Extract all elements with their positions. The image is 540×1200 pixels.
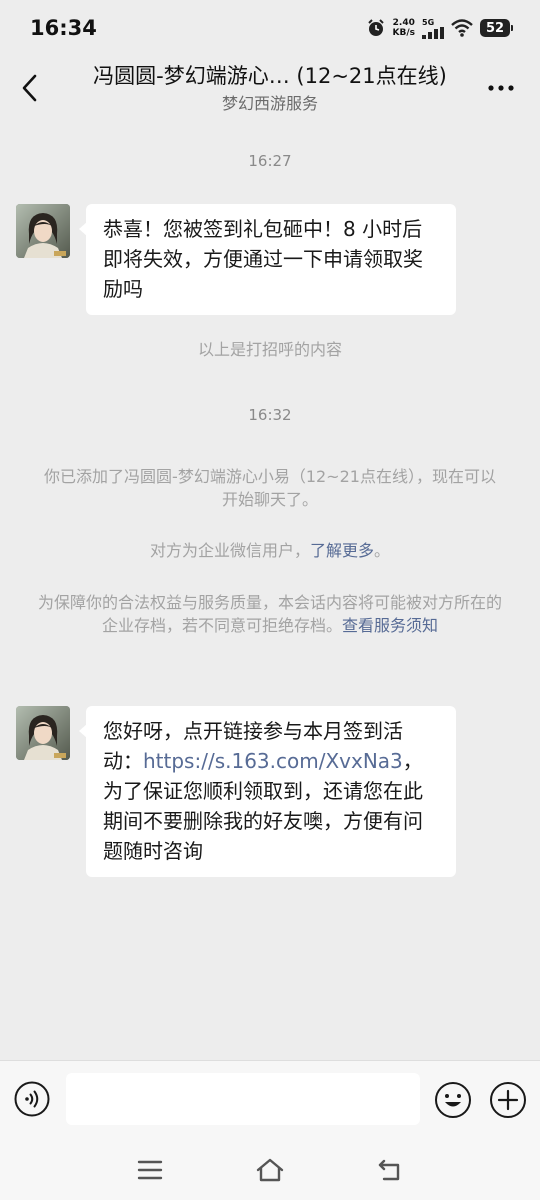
battery-indicator: 52 <box>480 19 513 37</box>
network-type: 5G <box>422 17 435 27</box>
enterprise-note: 对方为企业微信用户，了解更多。 <box>40 539 500 562</box>
service-notice-link[interactable]: 查看服务须知 <box>342 616 438 635</box>
timestamp: 16:27 <box>248 152 292 170</box>
more-button[interactable] <box>484 74 518 102</box>
avatar-image <box>16 706 70 760</box>
status-bar: 16:34 2.40 KB/s 5G 52 <box>0 0 540 56</box>
chat-header: 冯圆圆-梦幻端游心… (12~21点在线) 梦幻西游服务 <box>0 56 540 120</box>
back-button[interactable] <box>14 68 46 108</box>
plus-icon <box>490 1082 526 1118</box>
message-bubble[interactable]: 恭喜！您被签到礼包砸中！8 小时后即将失效，方便通过一下申请领取奖励吗 <box>79 204 456 315</box>
back-icon <box>378 1159 400 1181</box>
voice-icon <box>14 1081 50 1117</box>
chat-title: 冯圆圆-梦幻端游心… (12~21点在线) <box>93 64 447 88</box>
more-functions-button[interactable] <box>489 1081 527 1119</box>
menu-icon <box>137 1160 163 1180</box>
message-bubble[interactable]: 您好呀，点开链接参与本月签到活动：https://s.163.com/XvxNa… <box>79 706 456 877</box>
alarm-icon <box>367 19 384 36</box>
learn-more-link[interactable]: 了解更多 <box>310 541 374 560</box>
more-dots-icon <box>488 85 514 91</box>
net-speed: 2.40 KB/s <box>393 18 415 38</box>
chat-area[interactable]: 16:27 恭喜！您被签到礼包砸中！8 小时后即将失效，方便通过一下申请领取奖励… <box>0 120 540 1060</box>
chat-subtitle: 梦幻西游服务 <box>221 94 318 113</box>
emoji-icon <box>435 1082 471 1118</box>
nav-back-button[interactable] <box>370 1150 410 1190</box>
status-icons: 2.40 KB/s 5G 52 <box>366 18 513 39</box>
input-bar <box>0 1060 540 1141</box>
timestamp: 16:32 <box>248 406 292 424</box>
nav-home-button[interactable] <box>250 1150 290 1190</box>
back-chevron-icon <box>22 74 37 102</box>
emoji-button[interactable] <box>434 1081 472 1119</box>
signal-icon <box>422 26 444 39</box>
archive-note: 为保障你的合法权益与服务质量，本会话内容将可能被对方所在的企业存档，若不同意可拒… <box>38 591 502 637</box>
added-friend-note: 你已添加了冯圆圆-梦幻端游心小易（12~21点在线），现在可以开始聊天了。 <box>44 467 496 509</box>
system-nav-bar <box>0 1140 540 1200</box>
battery-level: 52 <box>485 20 505 36</box>
net-speed-value: 2.40 <box>392 18 415 28</box>
greeting-note: 以上是打招呼的内容 <box>197 340 342 359</box>
wifi-icon <box>451 19 473 37</box>
status-time: 16:34 <box>30 16 97 40</box>
net-speed-unit: KB/s <box>392 28 415 38</box>
nav-menu-button[interactable] <box>130 1150 170 1190</box>
enterprise-note-end: 。 <box>374 541 391 560</box>
enterprise-note-text: 对方为企业微信用户， <box>149 541 310 560</box>
avatar[interactable] <box>16 204 70 258</box>
avatar[interactable] <box>16 706 70 760</box>
avatar-image <box>16 204 70 258</box>
message-input[interactable] <box>66 1073 420 1125</box>
voice-button[interactable] <box>14 1081 50 1117</box>
home-icon <box>256 1158 284 1182</box>
message-link[interactable]: https://s.163.com/XvxNa3 <box>143 749 403 773</box>
cell-signal: 5G <box>422 18 444 39</box>
